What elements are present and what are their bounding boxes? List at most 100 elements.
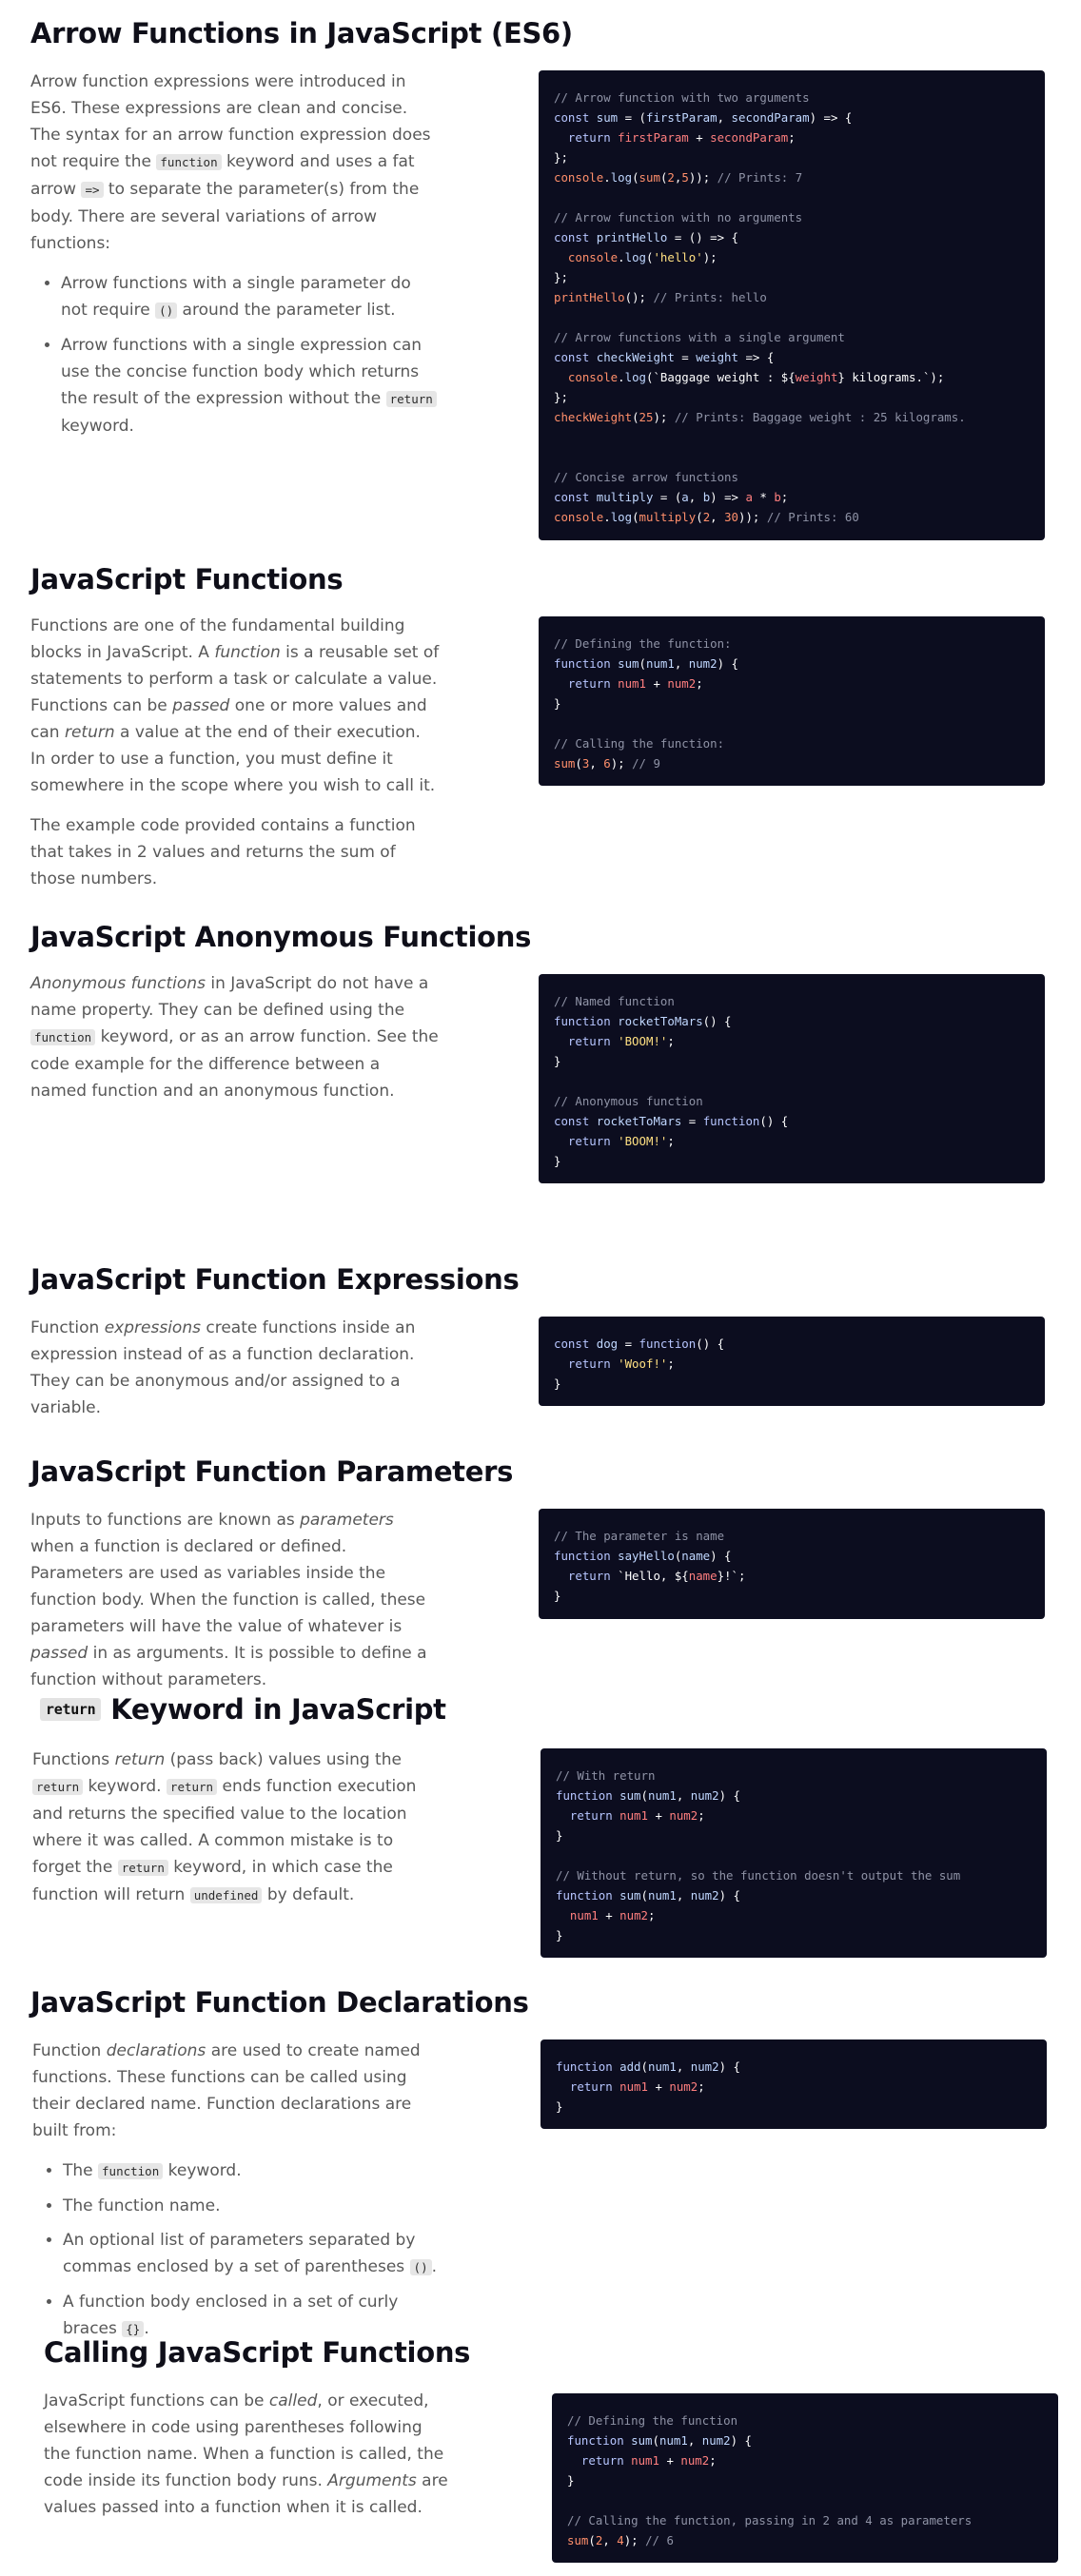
code-token: ) { [717, 656, 738, 671]
code-token: // Defining the function: [554, 636, 732, 651]
code-block[interactable]: // With return function sum(num1, num2) … [540, 1748, 1047, 1958]
inline-code: return [32, 1779, 84, 1795]
bullet-list: The function keyword. The function name. A… [32, 2157, 442, 2343]
code-token: num1 [618, 676, 646, 691]
code-token: log [610, 510, 633, 524]
code-token: // Without return, so the function doesn… [556, 1868, 961, 1883]
code-token: ( [640, 1788, 648, 1803]
emphasis: expressions [104, 1318, 201, 1337]
paragraph: JavaScript functions can be called, or e… [44, 2391, 448, 2517]
code-token: function [554, 656, 619, 671]
code-token: num2 [667, 676, 697, 691]
paragraph: Function expressions create functions in… [30, 1318, 416, 1417]
emphasis: called [268, 2391, 318, 2410]
code-token: }!`; [717, 1569, 746, 1583]
section-text: Inputs to functions are known as paramet… [30, 1507, 440, 1707]
list-item: The function name. [63, 2193, 442, 2219]
inline-code: => [81, 182, 104, 198]
code-token: function [554, 1014, 619, 1028]
code-token: , [676, 2059, 691, 2074]
code-token: checkWeight [554, 410, 633, 424]
code-block[interactable]: // Named function function rocketToMars(… [539, 974, 1045, 1183]
code-token: + [647, 2079, 670, 2094]
code-token: // Concise arrow functions [554, 470, 738, 484]
inline-code: function [156, 154, 222, 170]
code-token: // Calling the function: [554, 736, 725, 751]
code-token: sayHello [618, 1549, 675, 1563]
code-token: () { [696, 1337, 725, 1351]
code-token: } [554, 1154, 561, 1168]
code-token: // Defining the function [567, 2413, 738, 2428]
code-token: // Prints: 60 [759, 510, 859, 524]
code-token: 25 [639, 410, 654, 424]
code-token: const [554, 230, 597, 244]
code-token: sum [567, 2533, 589, 2547]
code-token: name [688, 1569, 717, 1583]
code-token: num1 [569, 1908, 599, 1922]
code-token: ) => { [809, 110, 853, 125]
code-token: const [554, 490, 597, 504]
section-title: return Keyword in JavaScript [40, 1693, 446, 1726]
list-item: Arrow functions with a single expression… [61, 332, 440, 439]
section-title: Arrow Functions in JavaScript (ES6) [30, 17, 573, 49]
code-token: , [717, 110, 732, 125]
code-token: . [603, 170, 611, 185]
code-token: return [569, 2079, 620, 2094]
code-block[interactable]: // Defining the function function sum(nu… [552, 2393, 1058, 2563]
code-token: // Named function [554, 994, 675, 1008]
code-token: num2 [669, 1808, 698, 1823]
code-token: b [774, 490, 781, 504]
code-token: * [752, 490, 775, 504]
list-item: A function body enclosed in a set of cur… [63, 2289, 442, 2343]
inline-code: () [409, 2259, 432, 2275]
code-token: ; [709, 2453, 717, 2468]
code-token: )); [738, 510, 760, 524]
code-token: multiply [639, 510, 697, 524]
code-token: log [624, 370, 646, 384]
code-block[interactable]: // The parameter is name function sayHel… [539, 1509, 1045, 1619]
code-block[interactable]: // Defining the function: function sum( n… [539, 616, 1045, 786]
code-token: }; [554, 150, 568, 165]
title-text: Keyword in JavaScript [110, 1693, 446, 1726]
paragraph: Arrow function expressions were introduc… [30, 72, 431, 253]
code-block[interactable]: function add(num1, num2) { return num1 +… [540, 2039, 1047, 2129]
emphasis: passed [30, 1644, 88, 1663]
section-title: Calling JavaScript Functions [44, 2336, 471, 2369]
code-token: // Arrow function with no arguments [554, 210, 803, 224]
code-token: } kilograms.`); [837, 370, 945, 384]
list-item: An optional list of parameters separated… [63, 2227, 442, 2281]
code-token: // The parameter is name [554, 1529, 725, 1543]
code-token: return [567, 130, 619, 145]
code-token: ) { [718, 1788, 740, 1803]
inline-code: function [30, 1029, 96, 1045]
code-token: ; [696, 676, 703, 691]
emphasis: return [64, 723, 115, 742]
code-token: ( [588, 2533, 596, 2547]
code-token: num1 [619, 2079, 648, 2094]
code-token: console [554, 510, 604, 524]
emphasis: declarations [106, 2041, 206, 2060]
code-token: + [598, 1908, 620, 1922]
code-token: sum [639, 170, 660, 185]
code-token: ( [639, 656, 646, 671]
code-token: ; [780, 490, 789, 504]
paragraph: Function declarations are used to create… [32, 2041, 421, 2140]
code-token: // Prints: 7 [710, 170, 803, 185]
code-token: function [567, 2433, 632, 2448]
code-token: => { [737, 350, 775, 364]
code-token: console [567, 370, 619, 384]
code-token: ( [696, 510, 703, 524]
inline-code: {} [122, 2321, 145, 2337]
code-token: , [676, 1888, 691, 1903]
code-block[interactable]: // Arrow function with two arguments con… [539, 70, 1045, 540]
code-token: multiply [596, 490, 654, 504]
code-token: const [554, 350, 597, 364]
code-block[interactable]: const dog = function() { return 'Woof!';… [539, 1317, 1045, 1406]
code-token: . [603, 510, 611, 524]
paragraph: Functions return (pass back) values usin… [32, 1750, 417, 1904]
code-token: sum [618, 656, 639, 671]
paragraph: The example code provided contains a fun… [30, 816, 416, 888]
